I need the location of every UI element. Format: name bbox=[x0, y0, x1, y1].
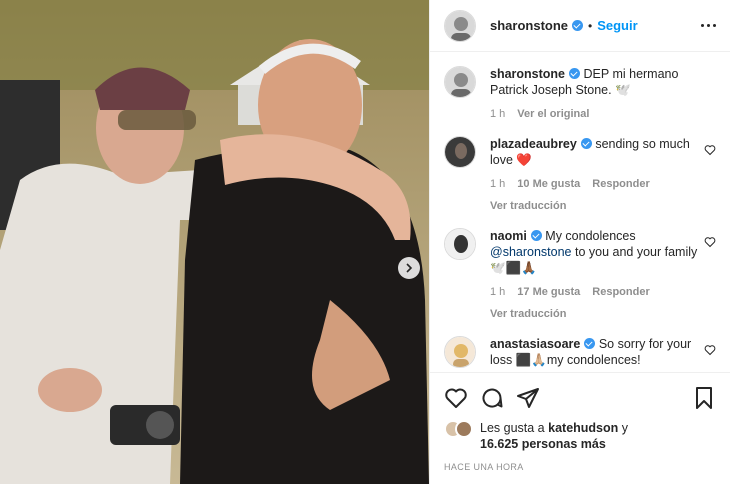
liker-username[interactable]: katehudson bbox=[548, 421, 618, 435]
avatar[interactable] bbox=[444, 9, 476, 42]
separator-dot: • bbox=[588, 18, 593, 33]
divider bbox=[430, 372, 730, 373]
likes-and: y bbox=[621, 421, 629, 435]
post-photo[interactable] bbox=[0, 0, 429, 484]
mention-link[interactable]: @sharonstone bbox=[490, 245, 572, 259]
verified-badge-icon bbox=[572, 20, 584, 31]
comments-list[interactable]: sharonstone DEP mi hermano Patrick Josep… bbox=[430, 52, 730, 372]
ellipsis-icon[interactable] bbox=[701, 24, 716, 27]
heart-icon[interactable] bbox=[704, 144, 716, 156]
comment-bubble-icon[interactable] bbox=[480, 386, 504, 410]
comment-item: anastasiasoare So sorry for your loss ⬛🙏… bbox=[444, 336, 716, 368]
post-actions bbox=[444, 382, 716, 414]
photo-illustration bbox=[0, 0, 429, 484]
bookmark-icon[interactable] bbox=[692, 386, 716, 410]
likes-summary: Les gusta a katehudson y 16.625 personas… bbox=[444, 420, 628, 452]
comment-likes[interactable]: 17 Me gusta bbox=[517, 284, 580, 300]
comment-username[interactable]: plazadeaubrey bbox=[490, 137, 577, 151]
caption-username[interactable]: sharonstone bbox=[490, 67, 565, 81]
reply-button[interactable]: Responder bbox=[592, 284, 649, 300]
avatar[interactable] bbox=[444, 336, 476, 368]
caption-time[interactable]: 1 h bbox=[490, 106, 505, 122]
comment-time[interactable]: 1 h bbox=[490, 284, 505, 300]
comment-text: My condolences bbox=[545, 229, 636, 243]
comment-item: naomi My condolences @sharonstone to you… bbox=[444, 228, 716, 322]
post-username[interactable]: sharonstone bbox=[490, 18, 568, 33]
avatar[interactable] bbox=[444, 228, 476, 260]
comment-username[interactable]: naomi bbox=[490, 229, 527, 243]
likes-prefix: Les gusta a bbox=[480, 421, 545, 435]
avatar[interactable] bbox=[444, 136, 476, 168]
comment-time[interactable]: 1 h bbox=[490, 176, 505, 192]
verified-badge-icon bbox=[580, 138, 592, 149]
reply-button[interactable]: Responder bbox=[592, 176, 649, 192]
caption: sharonstone DEP mi hermano Patrick Josep… bbox=[444, 66, 716, 122]
liker-avatars bbox=[444, 420, 474, 440]
see-translation-link[interactable]: Ver traducción bbox=[490, 198, 700, 214]
comment-item: plazadeaubrey sending so much love ❤️ 1 … bbox=[444, 136, 716, 214]
chevron-right-icon bbox=[406, 263, 413, 273]
heart-icon[interactable] bbox=[444, 386, 468, 410]
post-timestamp[interactable]: HACE UNA HORA bbox=[444, 462, 524, 472]
verified-badge-icon bbox=[569, 68, 581, 79]
avatar bbox=[455, 420, 473, 438]
see-original-link[interactable]: Ver el original bbox=[517, 106, 589, 122]
heart-icon[interactable] bbox=[704, 236, 716, 248]
see-translation-link[interactable]: Ver traducción bbox=[490, 306, 700, 322]
post-header: sharonstone • Seguir bbox=[430, 0, 730, 52]
carousel-next-button[interactable] bbox=[398, 257, 420, 279]
comment-username[interactable]: anastasiasoare bbox=[490, 337, 580, 351]
heart-icon[interactable] bbox=[704, 344, 716, 356]
verified-badge-icon bbox=[584, 338, 596, 349]
avatar[interactable] bbox=[444, 66, 476, 98]
comment-likes[interactable]: 10 Me gusta bbox=[517, 176, 580, 192]
follow-button[interactable]: Seguir bbox=[597, 18, 637, 33]
likes-text: Les gusta a katehudson y 16.625 personas… bbox=[480, 420, 628, 452]
paper-plane-icon[interactable] bbox=[516, 386, 540, 410]
post-side-panel: sharonstone • Seguir sharonstone DEP mi … bbox=[429, 0, 730, 484]
likes-count[interactable]: 16.625 personas más bbox=[480, 437, 606, 451]
verified-badge-icon bbox=[530, 230, 542, 241]
